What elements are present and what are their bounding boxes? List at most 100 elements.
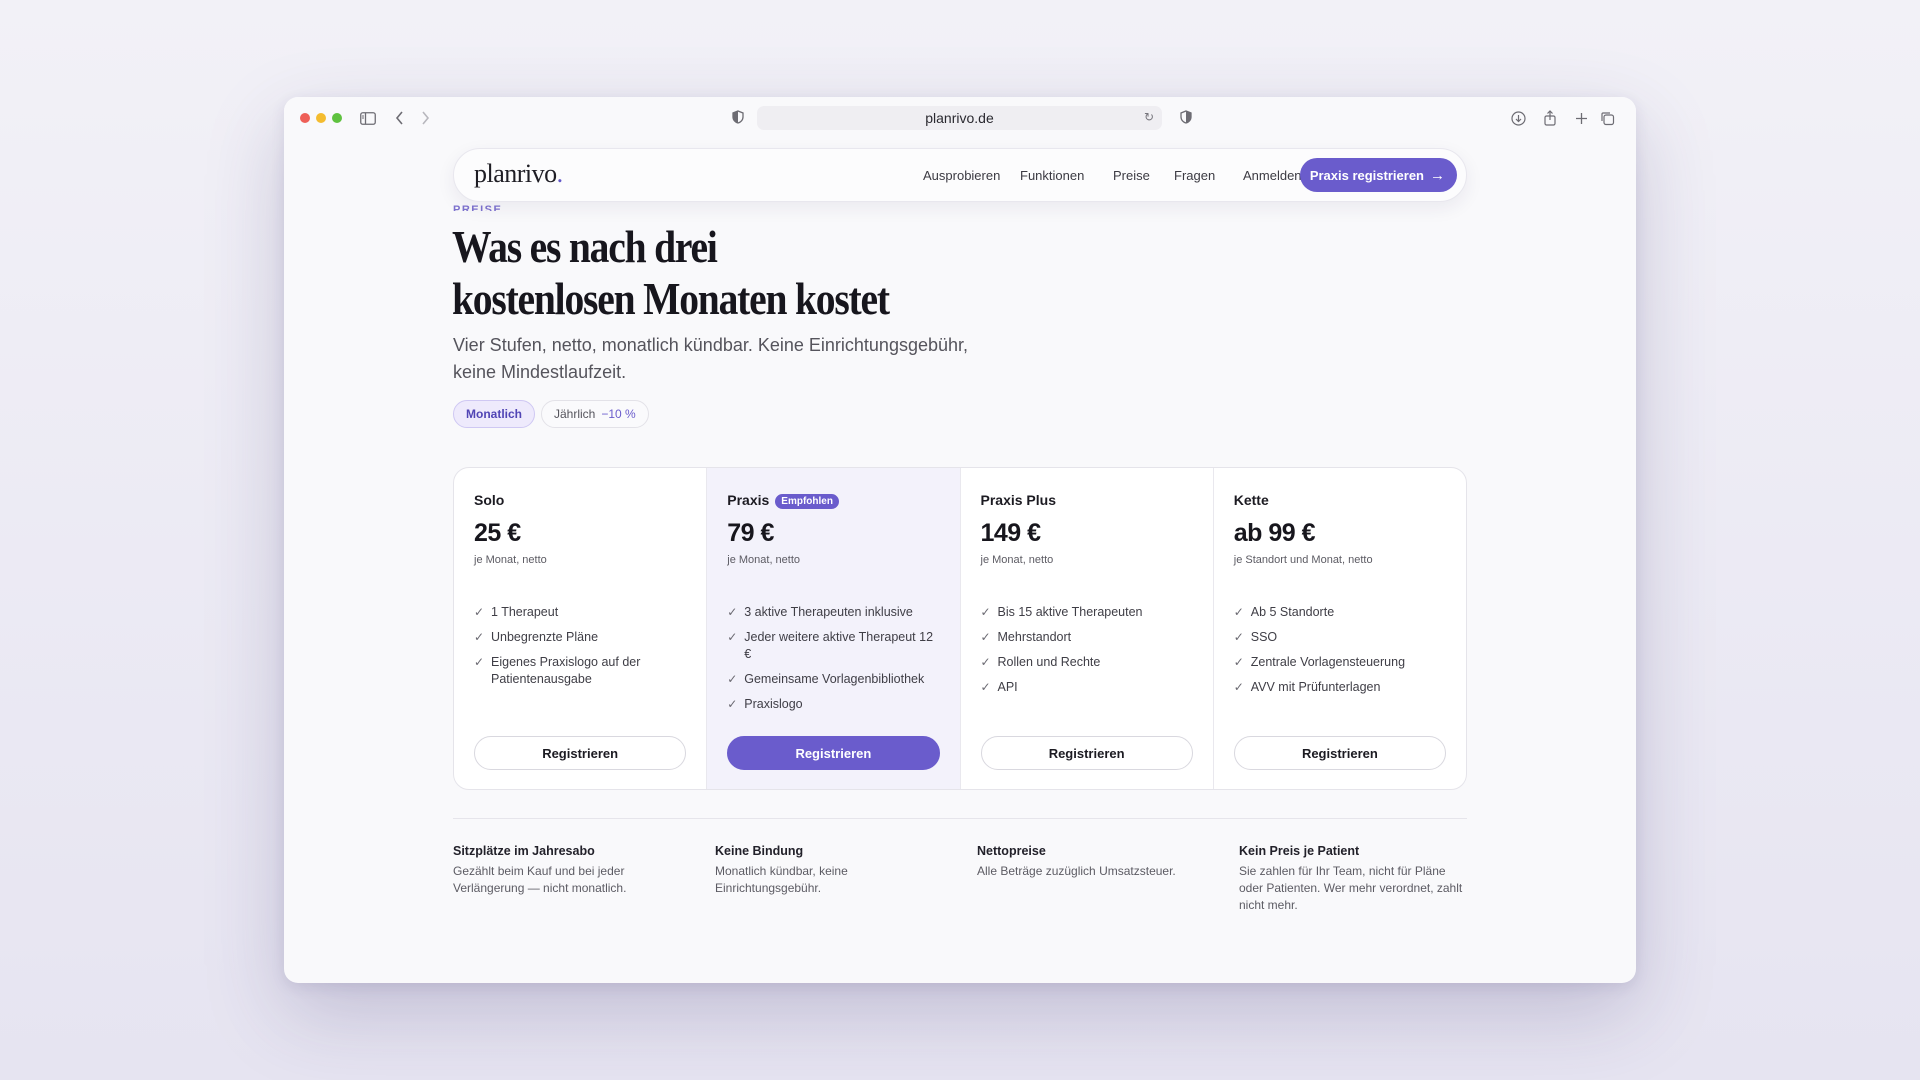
page-title-line-1: Was es nach drei: [452, 221, 718, 272]
nav-link-ausprobieren[interactable]: Ausprobieren: [923, 168, 1000, 183]
plan-card-praxis: Praxis Empfohlen 79 € je Monat, netto ✓ 3 …: [707, 468, 961, 789]
check-icon: ✓: [727, 697, 738, 711]
browser-toolbar: planrivo.de ↻: [284, 97, 1636, 139]
plan-card-praxis-plus: Praxis Plus 149 € je Monat, netto ✓ Bis 1…: [961, 468, 1214, 789]
register-kette-button[interactable]: Registrieren: [1233, 736, 1446, 770]
info-title: Kein Preis je Patient: [1239, 844, 1360, 858]
feature-item: ✓ API: [981, 679, 1195, 696]
feature-item: ✓ AVV mit Prüfunterlagen: [1234, 679, 1448, 696]
nav-link-preise[interactable]: Preise: [1113, 168, 1150, 183]
section-eyebrow: PREISE: [453, 204, 503, 211]
check-icon: ✓: [1233, 605, 1244, 619]
check-icon: ✓: [474, 655, 485, 669]
feature-label: AVV mit Prüfunterlagen: [1250, 680, 1381, 694]
register-praxis-plus-button[interactable]: Registrieren: [980, 736, 1193, 770]
plan-features: ✓ 1 Therapeut ✓ Unbegrenzte Pläne ✓ Eigenes…: [474, 604, 688, 696]
page-title-line-2: kostenlosen Monaten kostet: [452, 273, 890, 324]
site-navbar: planrivo. Ausprobieren Funktionen Preise…: [453, 148, 1467, 202]
feature-label: Praxislogo: [744, 697, 803, 711]
feature-item: ✓ Eigenes Praxislogo auf der Patientenaus…: [474, 654, 688, 688]
check-icon: ✓: [1233, 630, 1244, 644]
nav-link-funktionen[interactable]: Funktionen: [1020, 168, 1084, 183]
info-title: Sitzplätze im Jahresabo: [453, 844, 595, 858]
forward-icon[interactable]: [415, 109, 435, 127]
check-icon: ✓: [727, 630, 738, 644]
info-text: Gezählt beim Kauf und bei jeder Verlänge…: [453, 864, 627, 895]
check-icon: ✓: [980, 680, 991, 694]
plan-price: ab 99 €: [1233, 519, 1316, 547]
minimize-window-button[interactable]: [316, 113, 326, 123]
plan-name: Praxis: [727, 492, 770, 508]
plan-period: je Monat, netto: [980, 554, 1054, 566]
register-practice-label: Praxis registrieren: [1309, 167, 1424, 183]
feature-label: 1 Therapeut: [491, 605, 559, 619]
plan-features: ✓ Bis 15 aktive Therapeuten ✓ Mehrstandort…: [981, 604, 1195, 704]
tab-overview-icon[interactable]: [1597, 109, 1617, 127]
info-block-per-patient: Kein Preis je Patient Sie zahlen für Ihr…: [1239, 844, 1469, 914]
check-icon: ✓: [727, 605, 738, 619]
feature-label: 3 aktive Therapeuten inklusive: [744, 605, 913, 619]
check-icon: ✓: [980, 605, 991, 619]
sidebar-icon[interactable]: [358, 109, 378, 127]
recommended-badge: Empfohlen: [775, 494, 839, 509]
pricing-plans: Solo 25 € je Monat, netto ✓ 1 Therapeut ✓…: [453, 467, 1467, 790]
nav-link-fragen[interactable]: Fragen: [1174, 168, 1215, 183]
info-text: Alle Beträge zuzüglich Umsatzsteuer.: [977, 864, 1176, 878]
address-bar[interactable]: planrivo.de ↻: [757, 106, 1162, 130]
feature-item: ✓ 3 aktive Therapeuten inklusive: [727, 604, 941, 621]
close-window-button[interactable]: [300, 113, 310, 123]
plan-name-row: Praxis Empfohlen: [727, 492, 839, 509]
info-text: Sie zahlen für Ihr Team, nicht für Pläne…: [1239, 864, 1463, 912]
feature-label: API: [997, 680, 1018, 694]
info-title: Nettopreise: [977, 844, 1046, 858]
info-block-no-commitment: Keine Bindung Monatlich kündbar, keine E…: [715, 844, 945, 897]
share-icon[interactable]: [1540, 109, 1560, 127]
plan-price: 79 €: [727, 519, 774, 547]
register-practice-button[interactable]: Praxis registrieren →: [1299, 158, 1457, 192]
register-praxis-button[interactable]: Registrieren: [727, 736, 940, 770]
feature-item: ✓ Rollen und Rechte: [981, 654, 1195, 671]
feature-label: Ab 5 Standorte: [1250, 605, 1335, 619]
new-tab-icon[interactable]: [1571, 109, 1591, 127]
planrivo-logo[interactable]: planrivo.: [474, 159, 563, 189]
feature-item: ✓ SSO: [1234, 629, 1448, 646]
nav-link-anmelden[interactable]: Anmelden: [1243, 168, 1302, 183]
info-text: Monatlich kündbar, keine Einrichtungsgeb…: [715, 864, 848, 895]
billing-monthly-toggle[interactable]: Monatlich: [453, 400, 535, 428]
check-icon: ✓: [474, 605, 485, 619]
download-icon[interactable]: [1508, 109, 1528, 127]
zoom-window-button[interactable]: [332, 113, 342, 123]
arrow-right-icon: →: [1430, 166, 1445, 184]
feature-label: SSO: [1250, 630, 1278, 644]
info-title: Keine Bindung: [715, 844, 804, 858]
feature-label: Mehrstandort: [997, 630, 1072, 644]
feature-item: ✓ 1 Therapeut: [474, 604, 688, 621]
reload-icon[interactable]: ↻: [1144, 110, 1154, 124]
plan-card-kette: Kette ab 99 € je Standort und Monat, net…: [1214, 468, 1466, 789]
browser-window: planrivo.de ↻ PREISE planrivo. Ausprobie…: [284, 97, 1636, 983]
plan-period: je Monat, netto: [727, 554, 801, 566]
feature-label: Unbegrenzte Pläne: [491, 630, 599, 644]
check-icon: ✓: [727, 672, 738, 686]
feature-item: ✓ Bis 15 aktive Therapeuten: [981, 604, 1195, 621]
check-icon: ✓: [474, 630, 485, 644]
feature-label: Jeder weitere aktive Therapeut 12 €: [744, 630, 934, 661]
feature-item: ✓ Gemeinsame Vorlagenbibliothek: [727, 671, 941, 688]
plan-period: je Monat, netto: [474, 554, 547, 566]
logo-text: planrivo: [474, 159, 557, 188]
plan-name: Kette: [1233, 492, 1269, 508]
feature-label: Zentrale Vorlagensteuerung: [1250, 655, 1406, 669]
back-icon[interactable]: [390, 109, 410, 127]
register-solo-button[interactable]: Registrieren: [474, 736, 687, 770]
feature-item: ✓ Jeder weitere aktive Therapeut 12 €: [727, 629, 941, 663]
billing-yearly-toggle[interactable]: Jährlich −10 %: [541, 400, 649, 428]
info-block-net-prices: Nettopreise Alle Beträge zuzüglich Umsat…: [977, 844, 1207, 880]
info-block-seats: Sitzplätze im Jahresabo Gezählt beim Kau…: [453, 844, 683, 897]
check-icon: ✓: [980, 655, 991, 669]
yearly-discount-badge: −10 %: [601, 407, 636, 421]
plan-price: 25 €: [474, 519, 521, 547]
extension-shield-icon[interactable]: [1180, 110, 1194, 126]
plan-period: je Standort und Monat, netto: [1233, 554, 1373, 566]
billing-yearly-label: Jährlich: [554, 407, 596, 421]
privacy-shield-icon[interactable]: [732, 110, 746, 126]
